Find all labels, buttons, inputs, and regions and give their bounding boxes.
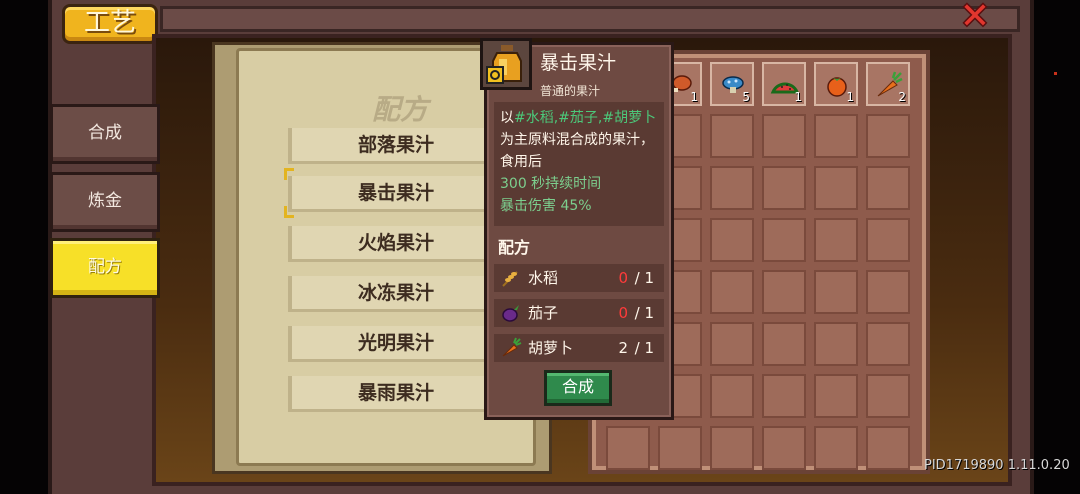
recipe-item-tribal-juice[interactable]: 部落果汁 [288, 128, 500, 164]
item-count: 1 [794, 90, 802, 104]
recipe-item-crit-juice[interactable]: 暴击果汁 [288, 176, 500, 212]
inventory-slot[interactable] [710, 270, 754, 314]
effect-duration: 300 秒持续时间 [500, 176, 602, 192]
ingredient-owned: 0 [618, 269, 628, 287]
item-count: 5 [742, 90, 750, 104]
inventory-slot[interactable] [762, 114, 806, 158]
inventory-slot[interactable] [762, 218, 806, 262]
ingredient-name: 茄子 [528, 304, 559, 322]
desc-suffix: 为主原料混合成的果汁，食用后 [500, 132, 654, 170]
inventory-slot[interactable] [762, 426, 806, 470]
item-count: 2 [898, 90, 906, 104]
inventory-slot[interactable] [866, 218, 910, 262]
recipe-section-label: 配方 [498, 238, 531, 257]
window-title: 工艺 [62, 4, 158, 44]
inventory-slot[interactable] [814, 374, 858, 418]
inventory-slot[interactable] [814, 270, 858, 314]
version-label: PID1719890 1.11.0.20 [924, 458, 1070, 473]
inventory-slot[interactable] [814, 218, 858, 262]
inventory-slot[interactable] [814, 426, 858, 470]
inventory-slot[interactable] [814, 322, 858, 366]
item-count: 1 [690, 90, 698, 104]
inventory-slot[interactable] [658, 426, 702, 470]
inventory-slot[interactable] [710, 218, 754, 262]
decor-dot [1054, 72, 1057, 75]
inventory-slot[interactable] [710, 426, 754, 470]
inventory-slot[interactable]: 2 [866, 62, 910, 106]
recipe-item-frost-juice[interactable]: 冰冻果汁 [288, 276, 500, 312]
inventory-slot[interactable] [606, 426, 650, 470]
inventory-slot[interactable] [866, 114, 910, 158]
inventory-slot[interactable] [762, 322, 806, 366]
inventory-slot[interactable] [866, 374, 910, 418]
tab-craft[interactable]: 合成 [50, 104, 160, 164]
inventory-slot[interactable] [762, 270, 806, 314]
ingredient-required: / 1 [634, 269, 654, 287]
tooltip-item-name: 暴击果汁 [540, 52, 617, 74]
item-count: 1 [846, 90, 854, 104]
title-bar [160, 6, 1020, 32]
tooltip-description: 以#水稻,#茄子,#胡萝卜为主原料混合成的果汁，食用后 300 秒持续时间 暴击… [494, 102, 664, 226]
inventory-slot[interactable] [710, 114, 754, 158]
inventory-slot[interactable] [866, 322, 910, 366]
inventory-slot[interactable] [866, 166, 910, 210]
ingredient-owned: 2 [618, 339, 628, 357]
tab-alchemy[interactable]: 炼金 [50, 172, 160, 232]
recipe-item-light-juice[interactable]: 光明果汁 [288, 326, 500, 362]
inventory-slot[interactable]: 5 [710, 62, 754, 106]
inventory-slot[interactable]: 1 [762, 62, 806, 106]
ingredient-required: / 1 [634, 339, 654, 357]
inventory-slot[interactable] [710, 166, 754, 210]
ingredient-owned: 0 [618, 304, 628, 322]
tooltip-item-type: 普通的果汁 [540, 84, 601, 98]
effect-stat: 暴击伤害 45% [500, 198, 592, 214]
recipe-book-title: 配方 [371, 93, 428, 126]
ingredient-name: 水稻 [528, 269, 559, 287]
ingredient-name: 胡萝卜 [528, 339, 574, 357]
eggplant-icon [500, 302, 522, 324]
craft-button[interactable]: 合成 [544, 370, 612, 406]
ingredient-row: 水稻 0 / 1 [494, 264, 664, 292]
inventory-slot[interactable] [866, 426, 910, 470]
desc-prefix: 以 [500, 110, 514, 126]
inventory-slot[interactable] [710, 374, 754, 418]
tab-recipes[interactable]: 配方 [50, 238, 160, 298]
selection-corner-icon [284, 206, 294, 218]
inventory-slot[interactable] [762, 374, 806, 418]
inventory-slot[interactable] [814, 114, 858, 158]
inventory-slot[interactable] [866, 270, 910, 314]
inventory-slot[interactable] [710, 322, 754, 366]
recipe-item-storm-juice[interactable]: 暴雨果汁 [288, 376, 500, 412]
crit-juice-icon [480, 38, 532, 90]
inventory-slot[interactable] [762, 166, 806, 210]
close-button[interactable]: ✕ [956, 0, 994, 35]
carrot-icon [500, 337, 522, 359]
selection-corner-icon [284, 168, 294, 180]
desc-ingredients: #水稻,#茄子,#胡萝卜 [514, 110, 657, 126]
inventory-slot[interactable] [814, 166, 858, 210]
recipe-item-flame-juice[interactable]: 火焰果汁 [288, 226, 500, 262]
inventory-slot[interactable]: 1 [814, 62, 858, 106]
ingredient-row: 茄子 0 / 1 [494, 299, 664, 327]
rice-icon [500, 267, 522, 289]
ingredient-row: 胡萝卜 2 / 1 [494, 334, 664, 362]
ingredient-required: / 1 [634, 304, 654, 322]
